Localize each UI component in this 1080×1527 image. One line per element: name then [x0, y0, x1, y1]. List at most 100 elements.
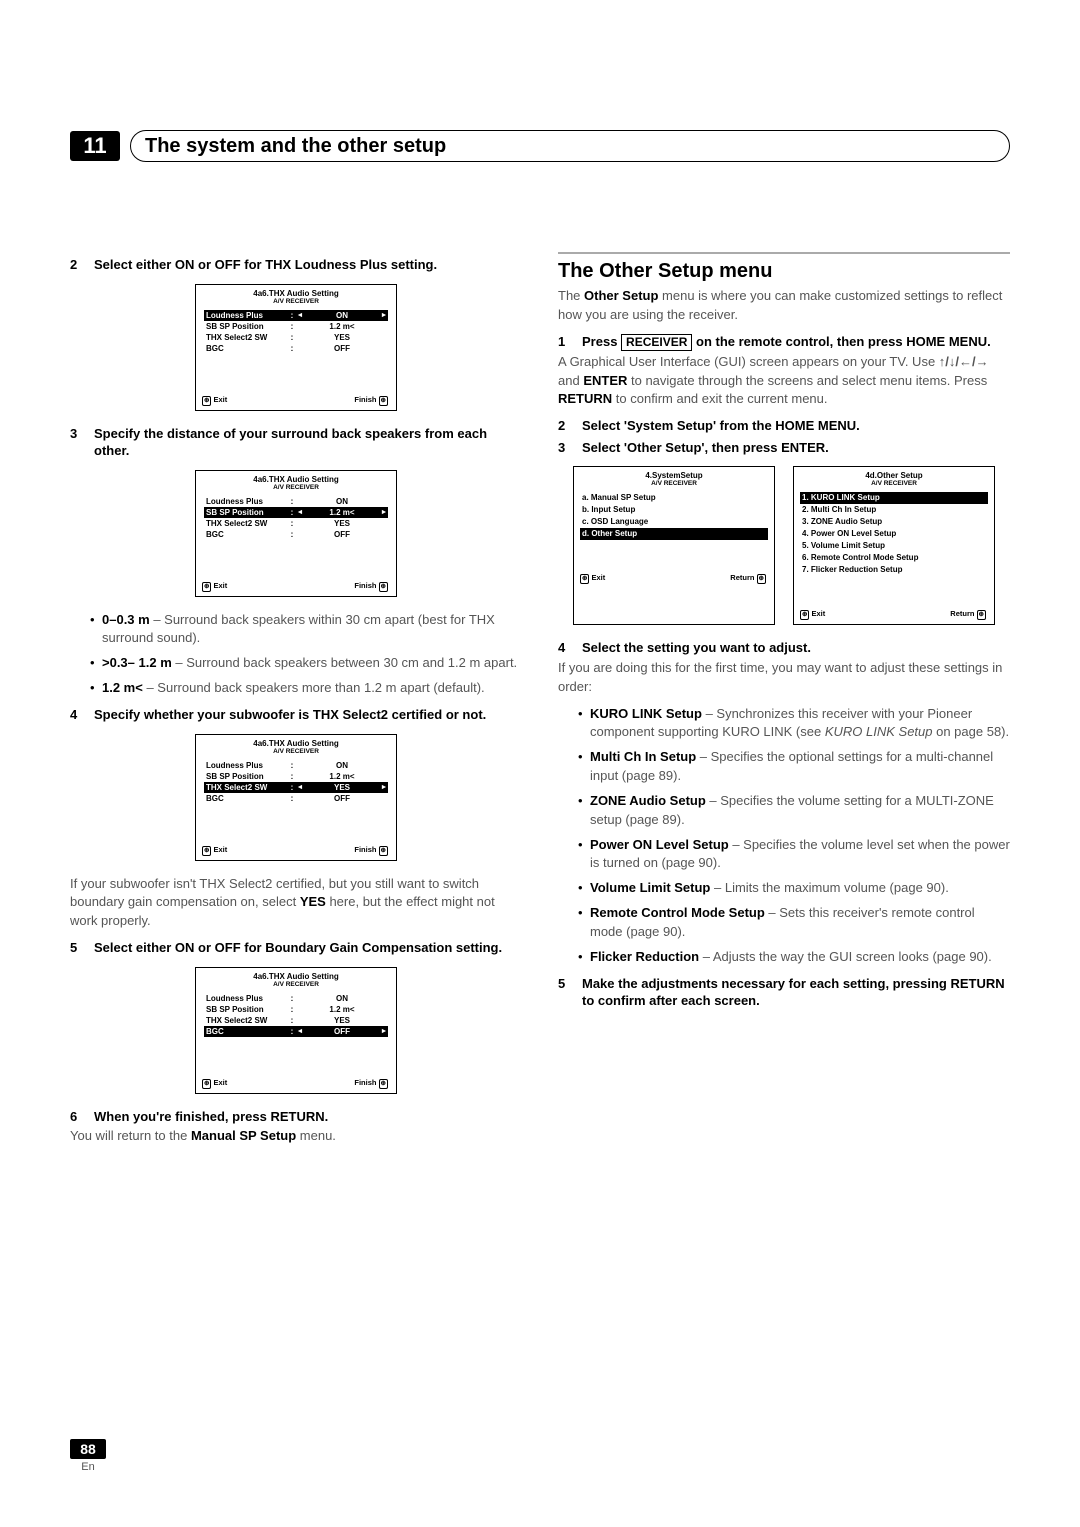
screen-title: 4a6.THX Audio Setting — [196, 285, 396, 298]
list-item: Multi Ch In Setup – Specifies the option… — [578, 748, 1010, 786]
osd-screen: 4a6.THX Audio Setting A/V RECEIVER Loudn… — [195, 284, 397, 411]
menu-item: c. OSD Language — [580, 516, 768, 528]
key-icon: ⊕ — [379, 1079, 388, 1089]
right-step-1: 1 Press RECEIVER on the remote control, … — [558, 333, 1010, 351]
screen-row: BGC:OFF — [204, 343, 388, 354]
key-icon: ⊕ — [202, 396, 211, 406]
other-setup-heading: The Other Setup menu — [558, 252, 1010, 283]
osd-screen: 4a6.THX Audio Setting A/V RECEIVER Loudn… — [195, 967, 397, 1094]
step-number: 3 — [70, 425, 84, 460]
menu-screens: 4.SystemSetup A/V RECEIVER a. Manual SP … — [558, 466, 1010, 625]
step-number: 4 — [70, 706, 84, 724]
key-icon: ⊕ — [202, 1079, 211, 1089]
right-step-3: 3 Select 'Other Setup', then press ENTER… — [558, 439, 1010, 457]
text: on the remote control, then press HOME M… — [692, 334, 990, 349]
screen-title: 4a6.THX Audio Setting — [196, 471, 396, 484]
step-text: Select 'Other Setup', then press ENTER. — [582, 439, 829, 457]
text: Press — [582, 334, 621, 349]
key-icon: ⊕ — [379, 396, 388, 406]
osd-screen: 4a6.THX Audio Setting A/V RECEIVER Loudn… — [195, 734, 397, 861]
right-step-5: 5 Make the adjustments necessary for eac… — [558, 975, 1010, 1010]
left-column: 2 Select either ON or OFF for THX Loudne… — [70, 252, 522, 1154]
menu-item: d. Other Setup — [580, 528, 768, 540]
step-number: 6 — [70, 1108, 84, 1126]
menu-item: 1. KURO LINK Setup — [800, 492, 988, 504]
key-icon: ⊕ — [580, 574, 589, 584]
screen-row: SB SP Position:1.2 m< — [204, 771, 388, 782]
screen-row: THX Select2 SW:YES — [204, 518, 388, 529]
screen-title: 4d.Other Setup — [794, 467, 994, 480]
screen-row: SB SP Position:1.2 m< — [204, 321, 388, 332]
chapter-number-badge: 11 — [70, 131, 120, 161]
right-step-2: 2 Select 'System Setup' from the HOME ME… — [558, 417, 1010, 435]
list-item: 1.2 m< – Surround back speakers more tha… — [90, 679, 522, 698]
menu-item: b. Input Setup — [580, 504, 768, 516]
screen-row: SB SP Position:1.2 m< — [204, 1004, 388, 1015]
step-number: 1 — [558, 333, 572, 351]
receiver-key: RECEIVER — [621, 334, 692, 351]
screen-row: Loudness Plus:◄ON► — [204, 310, 388, 321]
bold-text: RETURN — [558, 391, 612, 406]
screen-row: BGC:◄OFF► — [204, 1026, 388, 1037]
system-setup-screen: 4.SystemSetup A/V RECEIVER a. Manual SP … — [573, 466, 775, 625]
key-icon: ⊕ — [202, 846, 211, 856]
key-icon: ⊕ — [379, 846, 388, 856]
step-5: 5 Select either ON or OFF for Boundary G… — [70, 939, 522, 957]
step-text: Make the adjustments necessary for each … — [582, 975, 1010, 1010]
other-setup-screen: 4d.Other Setup A/V RECEIVER 1. KURO LINK… — [793, 466, 995, 625]
screen-row: BGC:OFF — [204, 793, 388, 804]
list-item: Flicker Reduction – Adjusts the way the … — [578, 948, 1010, 967]
bold-text: Manual SP Setup — [191, 1128, 296, 1143]
step-text: Press RECEIVER on the remote control, th… — [582, 333, 991, 351]
step-text: Select the setting you want to adjust. — [582, 639, 811, 657]
right-step-4: 4 Select the setting you want to adjust. — [558, 639, 1010, 657]
step-4: 4 Specify whether your subwoofer is THX … — [70, 706, 522, 724]
page-lang: En — [70, 1461, 106, 1473]
page-number: 88 En — [70, 1439, 106, 1473]
page-number-value: 88 — [70, 1439, 106, 1459]
key-icon: ⊕ — [977, 610, 986, 620]
screen-row: THX Select2 SW:YES — [204, 332, 388, 343]
step-2: 2 Select either ON or OFF for THX Loudne… — [70, 256, 522, 274]
screen-row: BGC:OFF — [204, 529, 388, 540]
step-number: 4 — [558, 639, 572, 657]
text: and — [558, 373, 583, 388]
screen-subtitle: A/V RECEIVER — [794, 480, 994, 490]
screen-title: 4a6.THX Audio Setting — [196, 968, 396, 981]
thx-screen-4: 4a6.THX Audio Setting A/V RECEIVER Loudn… — [70, 967, 522, 1094]
step4-intro: If you are doing this for the first time… — [558, 659, 1010, 697]
step-6: 6 When you're finished, press RETURN. — [70, 1108, 522, 1126]
manual-page: 11 The system and the other setup 2 Sele… — [0, 0, 1080, 1527]
screen-title: 4.SystemSetup — [574, 467, 774, 480]
menu-item: 7. Flicker Reduction Setup — [800, 564, 988, 576]
menu-item: 4. Power ON Level Setup — [800, 528, 988, 540]
bold-text: YES — [300, 894, 326, 909]
bold-text: ENTER — [583, 373, 627, 388]
step-number: 5 — [70, 939, 84, 957]
screen-subtitle: A/V RECEIVER — [196, 484, 396, 494]
key-icon: ⊕ — [757, 574, 766, 584]
screen-title: 4a6.THX Audio Setting — [196, 735, 396, 748]
menu-item: 5. Volume Limit Setup — [800, 540, 988, 552]
text: You will return to the — [70, 1128, 191, 1143]
other-setup-bullets: KURO LINK Setup – Synchronizes this rece… — [558, 705, 1010, 967]
list-item: ZONE Audio Setup – Specifies the volume … — [578, 792, 1010, 830]
step-text: Specify whether your subwoofer is THX Se… — [94, 706, 486, 724]
distance-options: 0–0.3 m – Surround back speakers within … — [70, 611, 522, 698]
chapter-title: The system and the other setup — [130, 130, 1010, 162]
text: menu. — [296, 1128, 336, 1143]
menu-item: 2. Multi Ch In Setup — [800, 504, 988, 516]
step-text: Specify the distance of your surround ba… — [94, 425, 522, 460]
key-icon: ⊕ — [800, 610, 809, 620]
list-item: Power ON Level Setup – Specifies the vol… — [578, 836, 1010, 874]
screen-subtitle: A/V RECEIVER — [196, 298, 396, 308]
screen-row: THX Select2 SW:YES — [204, 1015, 388, 1026]
gui-para: A Graphical User Interface (GUI) screen … — [558, 353, 1010, 410]
text: The — [558, 288, 584, 303]
screen-row: Loudness Plus:ON — [204, 993, 388, 1004]
screen-subtitle: A/V RECEIVER — [574, 480, 774, 490]
screen-row: THX Select2 SW:◄YES► — [204, 782, 388, 793]
list-item: 0–0.3 m – Surround back speakers within … — [90, 611, 522, 649]
screen-subtitle: A/V RECEIVER — [196, 748, 396, 758]
list-item: Volume Limit Setup – Limits the maximum … — [578, 879, 1010, 898]
